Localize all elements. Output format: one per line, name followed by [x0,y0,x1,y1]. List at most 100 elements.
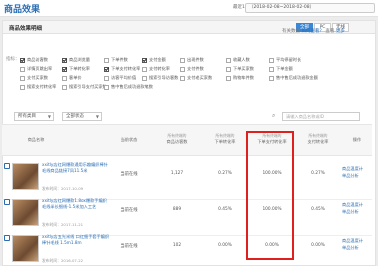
conv-rate-cell: 0.45% [311,207,325,212]
checkbox-icon[interactable] [62,84,67,90]
metric-label: 搜索引导访客数 [149,75,179,80]
metric-checkbox[interactable]: 客单价 [62,75,82,81]
metric-checkbox[interactable]: 出现件数 [180,57,204,63]
checkbox-icon[interactable] [104,57,109,63]
checkbox-checked-icon[interactable] [62,66,67,72]
metric-label: 支付老买家数 [187,75,213,80]
metric-checkbox[interactable]: 支付转化率 [142,66,170,72]
metric-label: 出现件数 [187,57,204,62]
metric-label: 商品访客数 [27,57,48,62]
metric-label: 售中售后成功退款笔数 [111,84,153,89]
metric-label: 收藏人数 [233,57,250,62]
status-select-value: 全部状态 [66,114,84,119]
checkbox-icon[interactable] [20,75,25,81]
checkbox-icon[interactable] [180,66,185,72]
visitors-cell: 889 [172,207,182,212]
checkbox-icon[interactable] [180,75,185,81]
metrics-selector: 指标： 商品访客数 商品浏览量 下单件数 支付金额 出现件数 收藏人数 平均停留时长详情页跳… [4,34,374,130]
pay-rate-cell: 100.00% [262,207,282,212]
checkbox-icon[interactable] [104,75,109,81]
product-thumbnail[interactable] [12,235,39,262]
metric-checkbox[interactable]: 支付老买家数 [180,75,212,81]
metric-label: 下单买家数 [233,66,254,71]
metric-checkbox[interactable]: 收藏人数 [226,57,250,63]
metric-checkbox[interactable]: 平均停留时长 [269,57,301,63]
metric-checkbox[interactable]: 售中售后成功退款金额 [269,75,318,81]
metric-label: 客单价 [69,75,82,80]
search-icon[interactable]: ⌕ [272,112,275,120]
metric-checkbox[interactable]: 支付金额 [142,57,166,63]
order-rate-cell: 0.45% [218,207,232,212]
date-range-picker[interactable]: （2018-02-08~2018-02-08） [245,3,375,13]
col-actions: 操作 [352,137,362,142]
metric-checkbox[interactable]: 商品浏览量 [62,57,90,63]
checkbox-checked-icon[interactable] [142,57,147,63]
product-name-link[interactable]: xxitly店红网爆款1.8ox爆款手编织毛线半长细线-1.5米加入工艺 [42,198,110,209]
search-input[interactable]: 请输入商品名称或ID [282,112,360,121]
thermometer-link[interactable]: 商品温度计 [342,166,363,172]
metric-checkbox[interactable]: 搜索引导访客数 [142,75,178,81]
checkbox-icon[interactable] [104,84,109,90]
checkbox-icon[interactable] [142,75,147,81]
metric-checkbox[interactable]: 支付件数 [180,66,204,72]
checkbox-icon[interactable] [269,66,274,72]
single-analysis-link[interactable]: 单品分析 [342,173,359,179]
metric-checkbox[interactable]: 下单金额 [269,66,293,72]
metric-checkbox[interactable]: 购物车件数 [226,75,254,81]
metric-checkbox[interactable]: 搜索引导支付买家数 [62,84,107,90]
metric-label: 支付金额 [149,57,166,62]
metric-label: 详情页跳出率 [27,66,53,71]
product-thumbnail[interactable] [12,163,39,190]
pay-rate-cell: 0.00% [265,243,279,248]
metric-label: 搜索支付转化率 [27,84,57,89]
product-icon [4,235,10,241]
checkbox-icon[interactable] [20,84,25,90]
single-analysis-link[interactable]: 单品分析 [342,245,359,251]
category-select[interactable]: 所有类目 ▼ [14,112,54,121]
single-analysis-link[interactable]: 单品分析 [342,209,359,215]
metric-checkbox[interactable]: 商品访客数 [20,57,48,63]
product-thumbnail[interactable] [12,199,39,226]
checkbox-icon[interactable] [269,57,274,63]
metric-checkbox[interactable]: 下单件数 [104,57,128,63]
status-cell: 当前在线 [120,172,138,177]
product-name-link[interactable]: xxitly店红网爆款通用乐趣编织棒针毛线商品链接7凤11.5米 [42,162,110,173]
checkbox-icon[interactable] [269,75,274,81]
col-pay-rate[interactable]: 所有终端的 下单支付转化率 [249,133,295,144]
chevron-down-icon: ▼ [47,114,51,119]
metrics-label: 指标： [6,57,20,62]
checkbox-checked-icon[interactable] [20,57,25,63]
product-name-link[interactable]: xxitly店五光米线 口红细手套手编织棒针毛线 1.5m1.8m [42,234,110,245]
checkbox-icon[interactable] [180,57,185,63]
checkbox-icon[interactable] [20,66,25,72]
col-visitors[interactable]: 所有终端的 商品访客数 [157,133,197,144]
metric-checkbox[interactable]: 售中售后成功退款笔数 [104,84,153,90]
product-icon [4,163,10,169]
metric-checkbox[interactable]: 搜索支付转化率 [20,84,56,90]
checkbox-icon[interactable] [226,75,231,81]
metric-checkbox[interactable]: 访客平均价值 [104,75,136,81]
metric-label: 售中售后成功退款金额 [276,75,318,80]
checkbox-checked-icon[interactable] [104,66,109,72]
metric-checkbox[interactable]: 支付买家数 [20,75,48,81]
panel-title: 商品效果明细 [9,26,43,32]
status-cell: 当前在线 [120,208,138,213]
checkbox-icon[interactable] [142,66,147,72]
metric-label: 支付转化率 [149,66,170,71]
metric-checkbox[interactable]: 下单支付转化率 [104,66,140,72]
metric-checkbox[interactable]: 详情页跳出率 [20,66,52,72]
checkbox-checked-icon[interactable] [62,57,67,63]
checkbox-icon[interactable] [226,66,231,72]
table-header: 商品名称 当前状态 所有终端的 商品访客数 所有终端的 下单转化率 所有终端的 下单支… [2,124,372,156]
metric-checkbox[interactable]: 下单买家数 [226,66,254,72]
col-product-name: 商品名称 [27,137,45,142]
thermometer-link[interactable]: 商品温度计 [342,202,363,208]
thermometer-link[interactable]: 商品温度计 [342,238,363,244]
checkbox-icon[interactable] [226,57,231,63]
page-title: 商品效果 [4,5,41,15]
col-conv-rate[interactable]: 所有终端的 支付转化率 [298,133,338,144]
col-order-rate[interactable]: 所有终端的 下单转化率 [205,133,245,144]
metric-checkbox[interactable]: 下单转化率 [62,66,90,72]
checkbox-icon[interactable] [62,75,67,81]
status-select[interactable]: 全部状态 ▼ [62,112,102,121]
